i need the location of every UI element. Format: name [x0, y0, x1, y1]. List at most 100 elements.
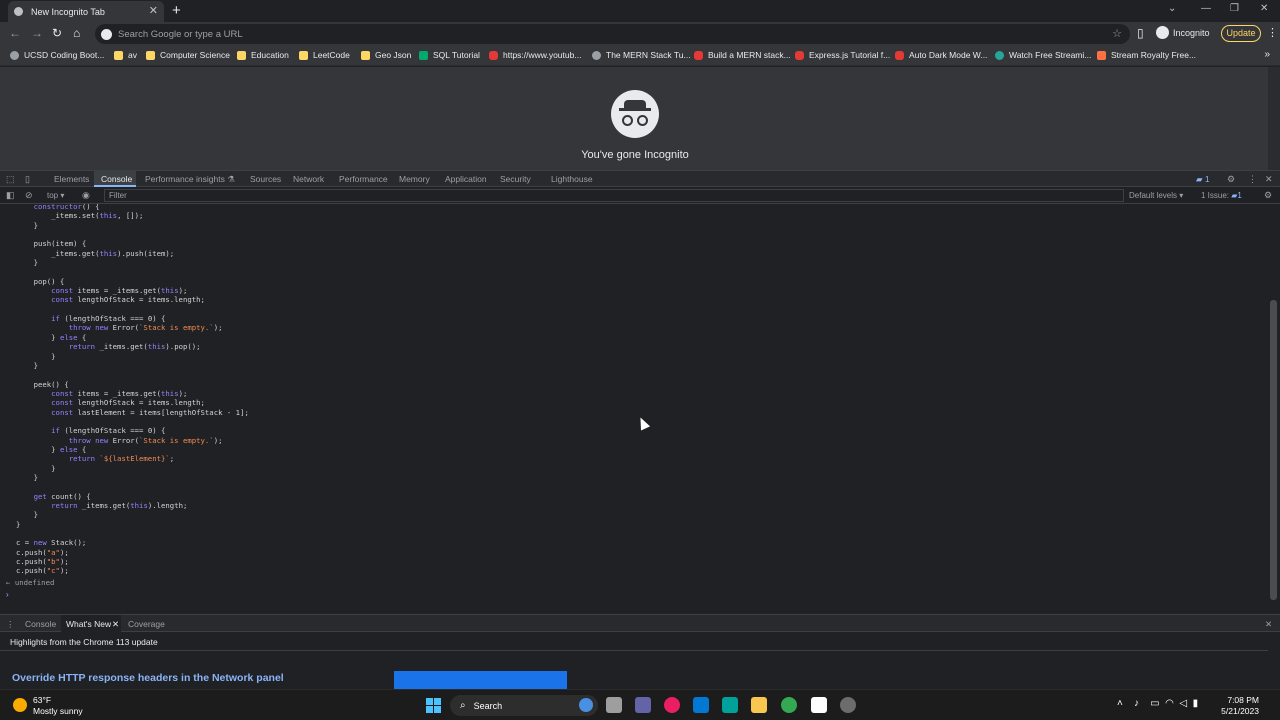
console-scrollbar-thumb[interactable] — [1270, 300, 1277, 600]
tab-sources[interactable]: Sources — [250, 174, 281, 184]
file-explorer-icon[interactable] — [751, 697, 767, 713]
vscode-icon[interactable] — [693, 697, 709, 713]
new-tab-button[interactable]: + — [172, 2, 181, 19]
close-devtools-icon[interactable]: ✕ — [1265, 174, 1273, 185]
drawer-tab-whats-new[interactable]: What's New — [66, 619, 111, 629]
folder-icon — [361, 50, 370, 60]
bookmark-item[interactable]: Stream Royalty Free... — [1097, 50, 1196, 60]
drawer-tab-coverage[interactable]: Coverage — [128, 619, 165, 629]
drawer-tab-console[interactable]: Console — [25, 619, 56, 629]
home-icon[interactable]: ⌂ — [73, 26, 80, 40]
browser-tab[interactable]: New Incognito Tab ✕ — [8, 1, 164, 22]
chrome-icon[interactable] — [781, 697, 797, 713]
issues-counter[interactable]: 1 Issue: ▰1 — [1201, 191, 1242, 200]
update-button[interactable]: Update — [1221, 25, 1261, 42]
tab-performance[interactable]: Performance — [339, 174, 388, 184]
windows-taskbar: 63°F Mostly sunny ⌕ Search ˄ ♪ ▭ ◠ ◁ ▮ 7… — [0, 689, 1280, 720]
reload-icon[interactable]: ↻ — [52, 26, 62, 40]
bookmark-item[interactable]: Education — [237, 50, 289, 60]
browser-menu-icon[interactable]: ⋮ — [1267, 26, 1278, 39]
context-selector[interactable]: top ▾ — [47, 191, 64, 200]
bing-icon[interactable] — [579, 698, 593, 712]
bookmark-item[interactable]: av — [114, 50, 137, 60]
bookmark-item[interactable]: Express.js Tutorial f... — [795, 50, 890, 60]
drawer-scrollbar[interactable] — [1268, 632, 1280, 689]
inspect-element-icon[interactable]: ⬚ — [6, 174, 15, 185]
bookmark-item[interactable]: LeetCode — [299, 50, 350, 60]
side-panel-icon[interactable]: ▯ — [1137, 26, 1144, 40]
bookmark-star-icon[interactable]: ☆ — [1112, 27, 1122, 40]
start-windows-icon[interactable] — [426, 698, 441, 713]
browser-toolbar: ← → ↻ ⌂ Search Google or type a URL ☆ ▯ … — [0, 22, 1280, 46]
bookmark-item[interactable]: https://www.youtub... — [489, 50, 581, 60]
bookmark-item[interactable]: Watch Free Streami... — [995, 50, 1091, 60]
battery-icon[interactable]: ▮ — [1193, 698, 1199, 709]
whats-new-article-link[interactable]: Override HTTP response headers in the Ne… — [12, 672, 284, 684]
close-drawer-icon[interactable]: ✕ — [1265, 619, 1272, 630]
sidebar-toggle-icon[interactable]: ◧ — [6, 190, 15, 201]
globe-icon — [592, 50, 601, 60]
tab-application[interactable]: Application — [445, 174, 487, 184]
bookmark-label: Auto Dark Mode W... — [909, 50, 988, 60]
bookmark-item[interactable]: Computer Science — [146, 50, 230, 60]
minimize-icon[interactable]: — — [1201, 3, 1211, 14]
bookmark-item[interactable]: Auto Dark Mode W... — [895, 50, 987, 60]
devtools-menu-icon[interactable]: ⋮ — [1248, 174, 1257, 185]
tab-memory[interactable]: Memory — [399, 174, 430, 184]
bookmarks-overflow-icon[interactable]: » — [1264, 49, 1270, 60]
bookmark-label: SQL Tutorial — [433, 50, 480, 60]
drawer-tab-close-icon[interactable]: ✕ — [112, 619, 119, 630]
tab-console[interactable]: Console — [101, 174, 132, 184]
tab-network[interactable]: Network — [293, 174, 324, 184]
issues-badge[interactable]: ▰ 1 — [1196, 174, 1210, 185]
wifi-icon[interactable]: ◠ — [1165, 698, 1174, 709]
system-tray[interactable]: ˄ ♪ ▭ ◠ ◁ ▮ — [1117, 698, 1198, 709]
back-icon[interactable]: ← — [9, 26, 21, 40]
teams-icon[interactable] — [635, 697, 651, 713]
bookmark-item[interactable]: The MERN Stack Tu... — [592, 50, 691, 60]
weather-temperature[interactable]: 63°F — [33, 695, 51, 705]
maximize-icon[interactable]: ❐ — [1230, 3, 1239, 14]
clear-console-icon[interactable]: ⊘ — [25, 190, 33, 201]
tab-elements[interactable]: Elements — [54, 174, 89, 184]
task-view-icon[interactable] — [606, 697, 622, 713]
weather-sun-icon[interactable] — [13, 698, 27, 712]
console-prompt[interactable]: › — [6, 590, 9, 599]
bookmark-item[interactable]: SQL Tutorial — [419, 50, 480, 60]
console-settings-gear-icon[interactable]: ⚙ — [1264, 190, 1272, 201]
log-levels-dropdown[interactable]: Default levels ▾ — [1129, 191, 1183, 200]
notion-icon[interactable] — [811, 697, 827, 713]
forward-icon[interactable]: → — [31, 26, 43, 40]
display-icon[interactable]: ▭ — [1150, 698, 1159, 709]
tab-security[interactable]: Security — [500, 174, 531, 184]
settings-app-icon[interactable] — [840, 697, 856, 713]
tray-chevron-icon[interactable]: ˄ — [1117, 698, 1123, 709]
live-expression-eye-icon[interactable]: ◉ — [82, 190, 90, 201]
taskbar-search[interactable]: ⌕ Search — [450, 695, 598, 716]
tab-lighthouse[interactable]: Lighthouse — [551, 174, 593, 184]
music-app-icon[interactable] — [664, 697, 680, 713]
mic-icon[interactable]: ♪ — [1134, 698, 1139, 709]
incognito-profile-button[interactable]: Incognito — [1156, 26, 1210, 39]
tab-performance-insights[interactable]: Performance insights ⚗ — [145, 174, 235, 185]
page-scrollbar[interactable] — [1268, 67, 1280, 170]
tab-search-chevron-icon[interactable]: ⌄ — [1168, 3, 1176, 14]
bookmark-label: Watch Free Streami... — [1009, 50, 1092, 60]
clock-time[interactable]: 7:08 PM — [1215, 695, 1259, 705]
bookmark-item[interactable]: Build a MERN stack... — [694, 50, 791, 60]
console-filter-input[interactable]: Filter — [104, 189, 1124, 202]
omnibox[interactable]: Search Google or type a URL ☆ — [95, 24, 1130, 44]
bookmark-item[interactable]: UCSD Coding Boot... — [10, 50, 104, 60]
settings-gear-icon[interactable]: ⚙ — [1227, 174, 1235, 185]
clock-date[interactable]: 5/21/2023 — [1207, 706, 1259, 716]
arduino-icon[interactable] — [722, 697, 738, 713]
bookmark-item[interactable]: Geo Json — [361, 50, 411, 60]
volume-icon[interactable]: ◁ — [1179, 698, 1187, 709]
console-output[interactable]: constructor() { _items.set(this, []); } … — [0, 204, 1268, 610]
close-window-icon[interactable]: ✕ — [1260, 3, 1268, 14]
bookmarks-bar: UCSD Coding Boot... av Computer Science Edu… — [0, 46, 1280, 66]
tab-close-icon[interactable]: ✕ — [149, 4, 158, 17]
drawer-menu-icon[interactable]: ⋮ — [6, 619, 15, 630]
weather-description[interactable]: Mostly sunny — [33, 706, 83, 716]
device-toolbar-icon[interactable]: ▯ — [25, 174, 30, 185]
